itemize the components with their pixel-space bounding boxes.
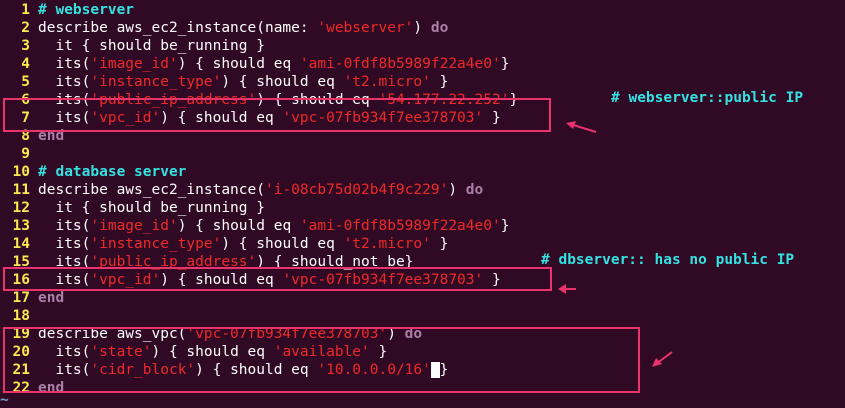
code-token: }: [500, 218, 510, 234]
line-number: 13: [12, 218, 30, 234]
code-token: its(: [38, 56, 91, 72]
code-line[interactable]: 1 # webserver: [0, 1, 134, 19]
highlight-box-vpc-block: [3, 327, 640, 393]
arrow-icon: [566, 121, 597, 133]
code-token: 'i-08cb75d02b4f9c229': [264, 182, 449, 198]
code-token: 'instance_type': [90, 74, 222, 90]
code-token: do: [430, 20, 449, 36]
line-number: 9: [21, 146, 30, 162]
code-token: 't2.micro': [343, 236, 431, 252]
code-token: }: [430, 236, 449, 252]
code-token: ) { should eq: [221, 236, 344, 252]
code-line[interactable]: 10 # database server: [0, 163, 187, 181]
code-token: ): [413, 20, 431, 36]
code-token: ) { should eq: [177, 56, 300, 72]
code-line[interactable]: 12 it { should be_running }: [0, 199, 265, 217]
code-token: # webserver: [38, 2, 135, 18]
code-line[interactable]: 9: [0, 145, 38, 163]
line-number: 3: [21, 38, 30, 54]
code-line[interactable]: 2 describe aws_ec2_instance(name: 'webser…: [0, 19, 448, 37]
code-token: }: [500, 56, 510, 72]
code-token: end: [38, 290, 65, 306]
code-line[interactable]: 14 its('instance_type') { should eq 't2.…: [0, 235, 449, 253]
code-token: ) { should eq: [177, 218, 300, 234]
code-line[interactable]: 4 its('image_id') { should eq 'ami-0fdf8…: [0, 55, 509, 73]
code-token: it { should be_running }: [38, 200, 265, 216]
code-token: its(: [38, 218, 91, 234]
empty-line-tilde: ~: [0, 392, 9, 408]
code-token: ) { should eq: [221, 74, 344, 90]
line-number: 12: [12, 200, 30, 216]
code-token: ): [448, 182, 466, 198]
code-token: 'image_id': [90, 56, 178, 72]
code-token: # database server: [38, 164, 187, 180]
code-line[interactable]: 11 describe aws_ec2_instance('i-08cb75d02…: [0, 181, 484, 199]
code-token: 'ami-0fdf8b5989f22a4e0': [299, 56, 501, 72]
line-number: 14: [12, 236, 30, 252]
code-line[interactable]: 17 end: [0, 289, 65, 307]
code-token: 'webserver': [317, 20, 414, 36]
line-number: 1: [21, 2, 30, 18]
code-token: its(: [38, 74, 91, 90]
code-token: describe aws_ec2_instance(name:: [38, 20, 318, 36]
line-number: 5: [21, 74, 30, 90]
line-number: 18: [12, 308, 30, 324]
code-token: describe aws_ec2_instance(: [38, 182, 265, 198]
dbserver-no-public-ip-comment: # dbserver:: has no public IP: [541, 252, 795, 268]
highlight-box-webserver-vpc: [3, 98, 551, 132]
code-token: do: [465, 182, 484, 198]
line-number: 10: [12, 164, 30, 180]
code-token: 't2.micro': [343, 74, 431, 90]
code-token: 'instance_type': [90, 236, 222, 252]
code-token: 'ami-0fdf8b5989f22a4e0': [299, 218, 501, 234]
highlight-box-dbserver-vpc: [3, 267, 552, 291]
code-token: }: [430, 74, 449, 90]
code-line[interactable]: 13 its('image_id') { should eq 'ami-0fdf…: [0, 217, 510, 235]
code-token: it { should be_running }: [38, 38, 265, 54]
line-number: 4: [21, 56, 30, 72]
code-line[interactable]: 5 its('instance_type') { should eq 't2.m…: [0, 73, 448, 91]
arrow-icon: [652, 351, 673, 367]
code-token: 'image_id': [90, 218, 178, 234]
line-number: 11: [12, 182, 30, 198]
code-token: its(: [38, 236, 91, 252]
webserver-public-ip-comment: # webserver::public IP: [611, 90, 804, 106]
code-line[interactable]: 3 it { should be_running }: [0, 37, 265, 55]
line-number: 17: [12, 290, 30, 306]
line-number: 2: [21, 20, 30, 36]
arrow-icon: [558, 284, 576, 294]
code-line[interactable]: 18: [0, 307, 38, 325]
